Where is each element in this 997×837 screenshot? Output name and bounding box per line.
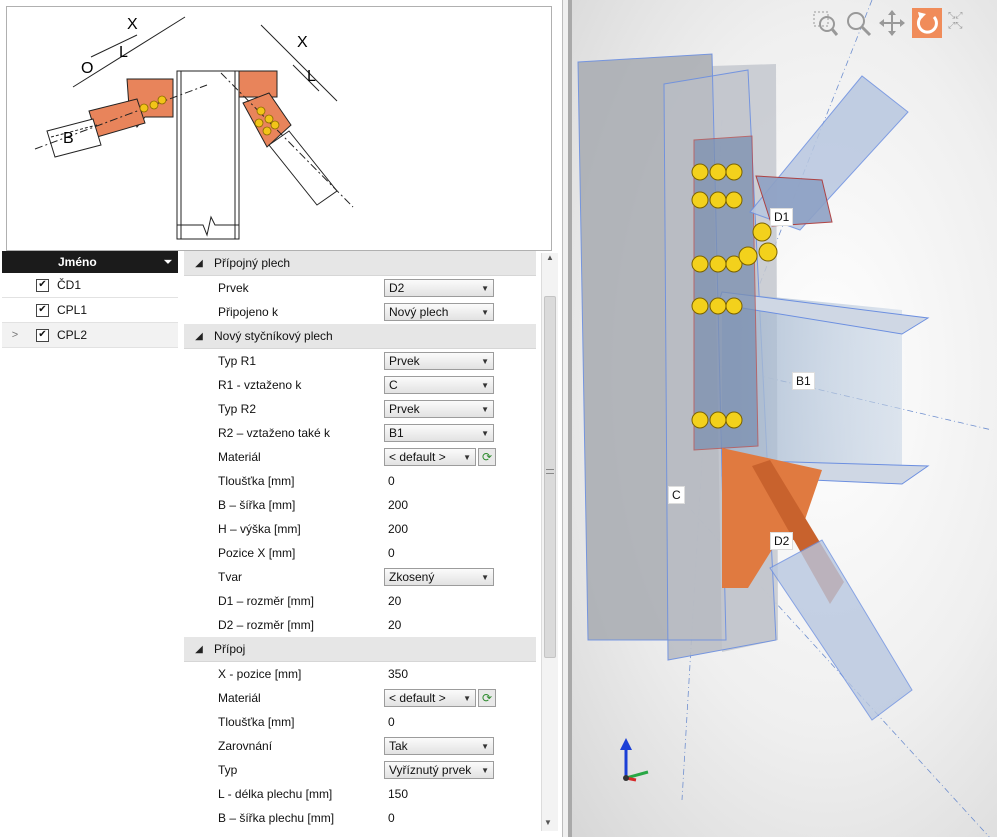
- list-item-checkbox[interactable]: ✔: [36, 278, 49, 292]
- sketch-label-l1: L: [119, 44, 128, 61]
- list-item[interactable]: > ✔ CPL2: [2, 323, 178, 348]
- filter-icon[interactable]: ⏷: [164, 257, 178, 268]
- h-height-field[interactable]: 200: [384, 522, 536, 536]
- list-item[interactable]: ✔ CPL1: [2, 298, 178, 323]
- typ-dropdown[interactable]: Vyříznutý prvek ▼: [384, 761, 494, 779]
- sketch-column: [176, 70, 240, 240]
- section-header[interactable]: ◢ Přípoj: [184, 637, 536, 662]
- section-header[interactable]: ◢ Přípojný plech: [184, 251, 536, 276]
- scroll-up-icon[interactable]: ▲: [542, 253, 558, 262]
- b-width-field[interactable]: 200: [384, 498, 536, 512]
- connection-sketch: X L O B X L: [6, 6, 552, 251]
- expand-icon[interactable]: ⤡⤢ ⤢⤡: [948, 10, 968, 36]
- scrollbar-thumb[interactable]: [544, 296, 556, 658]
- list-header: Jméno ⏷: [2, 251, 178, 273]
- typ-r2-dropdown[interactable]: Prvek ▼: [384, 400, 494, 418]
- prop-row: Prvek D2 ▼: [184, 276, 536, 300]
- prvek-dropdown[interactable]: D2 ▼: [384, 279, 494, 297]
- x-pozice-field[interactable]: 350: [384, 667, 536, 681]
- sketch-drawing: X L O B X L: [34, 16, 354, 240]
- view-toolbar: ⤡⤢ ⤢⤡: [812, 8, 968, 38]
- refresh-icon[interactable]: ⟳: [478, 689, 496, 707]
- material-dropdown[interactable]: < default > ▼: [384, 448, 476, 466]
- sketch-label-x2: X: [297, 34, 308, 51]
- diagonal-d2: [769, 539, 913, 721]
- sketch-label-x1: X: [127, 16, 138, 33]
- list-header-name[interactable]: Jméno: [58, 255, 164, 269]
- 3d-viewport[interactable]: D1 B1 C D2 ⤡⤢ ⤢⤡: [568, 0, 997, 837]
- operation-list: Jméno ⏷ ✔ ČD1 ✔ CPL1 > ✔ CPL2: [2, 251, 178, 349]
- tloustka-field[interactable]: 0: [384, 474, 536, 488]
- zoom-icon[interactable]: [844, 9, 872, 37]
- pozice-x-field[interactable]: 0: [384, 546, 536, 560]
- list-item-name: ČD1: [57, 278, 82, 292]
- material-dropdown-2[interactable]: < default > ▼: [384, 689, 476, 707]
- label-c: C: [668, 486, 685, 504]
- collapse-icon[interactable]: ◢: [184, 644, 214, 655]
- r1-dropdown[interactable]: C ▼: [384, 376, 494, 394]
- prop-row: Připojeno k Nový plech ▼: [184, 300, 536, 324]
- refresh-icon[interactable]: ⟳: [478, 448, 496, 466]
- l-delka-field[interactable]: 150: [384, 787, 536, 801]
- property-grid: ◢ Přípojný plech Prvek D2 ▼ Připojeno k N…: [184, 251, 536, 831]
- r2-dropdown[interactable]: B1 ▼: [384, 424, 494, 442]
- sketch-label-o: O: [81, 60, 93, 77]
- axis-triad: [620, 738, 649, 782]
- list-item-name: CPL2: [57, 328, 88, 342]
- tloustka-field-2[interactable]: 0: [384, 715, 536, 729]
- label-d2: D2: [770, 532, 794, 550]
- list-item-name: CPL1: [57, 303, 88, 317]
- d2-field[interactable]: 20: [384, 618, 536, 632]
- label-d1: D1: [770, 208, 794, 226]
- scroll-down-icon[interactable]: ▼: [544, 818, 552, 827]
- collapse-icon[interactable]: ◢: [184, 331, 214, 342]
- rotate-icon[interactable]: [912, 8, 942, 38]
- sketch-label-l2: L: [307, 68, 316, 85]
- left-panel: X L O B X L Jméno ⏷ ✔ ČD1 ✔ CPL1 > ✔ CPL…: [0, 0, 563, 837]
- tvar-dropdown[interactable]: Zkosený ▼: [384, 568, 494, 586]
- pan-icon[interactable]: [878, 9, 906, 37]
- sketch-label-b: B: [63, 130, 74, 147]
- current-row-arrow-icon: >: [11, 329, 19, 341]
- collapse-icon[interactable]: ◢: [184, 258, 214, 269]
- label-b1: B1: [792, 372, 815, 390]
- typ-r1-dropdown[interactable]: Prvek ▼: [384, 352, 494, 370]
- pripojeno-dropdown[interactable]: Nový plech ▼: [384, 303, 494, 321]
- list-item-checkbox[interactable]: ✔: [36, 328, 49, 342]
- section-header[interactable]: ◢ Nový styčníkový plech: [184, 324, 536, 349]
- sketch-right-plate: [238, 70, 278, 98]
- zoom-region-icon[interactable]: [812, 9, 839, 37]
- list-item[interactable]: ✔ ČD1: [2, 273, 178, 298]
- list-item-checkbox[interactable]: ✔: [36, 303, 49, 317]
- d1-field[interactable]: 20: [384, 594, 536, 608]
- 3d-model: [577, 0, 993, 837]
- zarovnani-dropdown[interactable]: Tak ▼: [384, 737, 494, 755]
- b-sirka-field[interactable]: 0: [384, 811, 536, 825]
